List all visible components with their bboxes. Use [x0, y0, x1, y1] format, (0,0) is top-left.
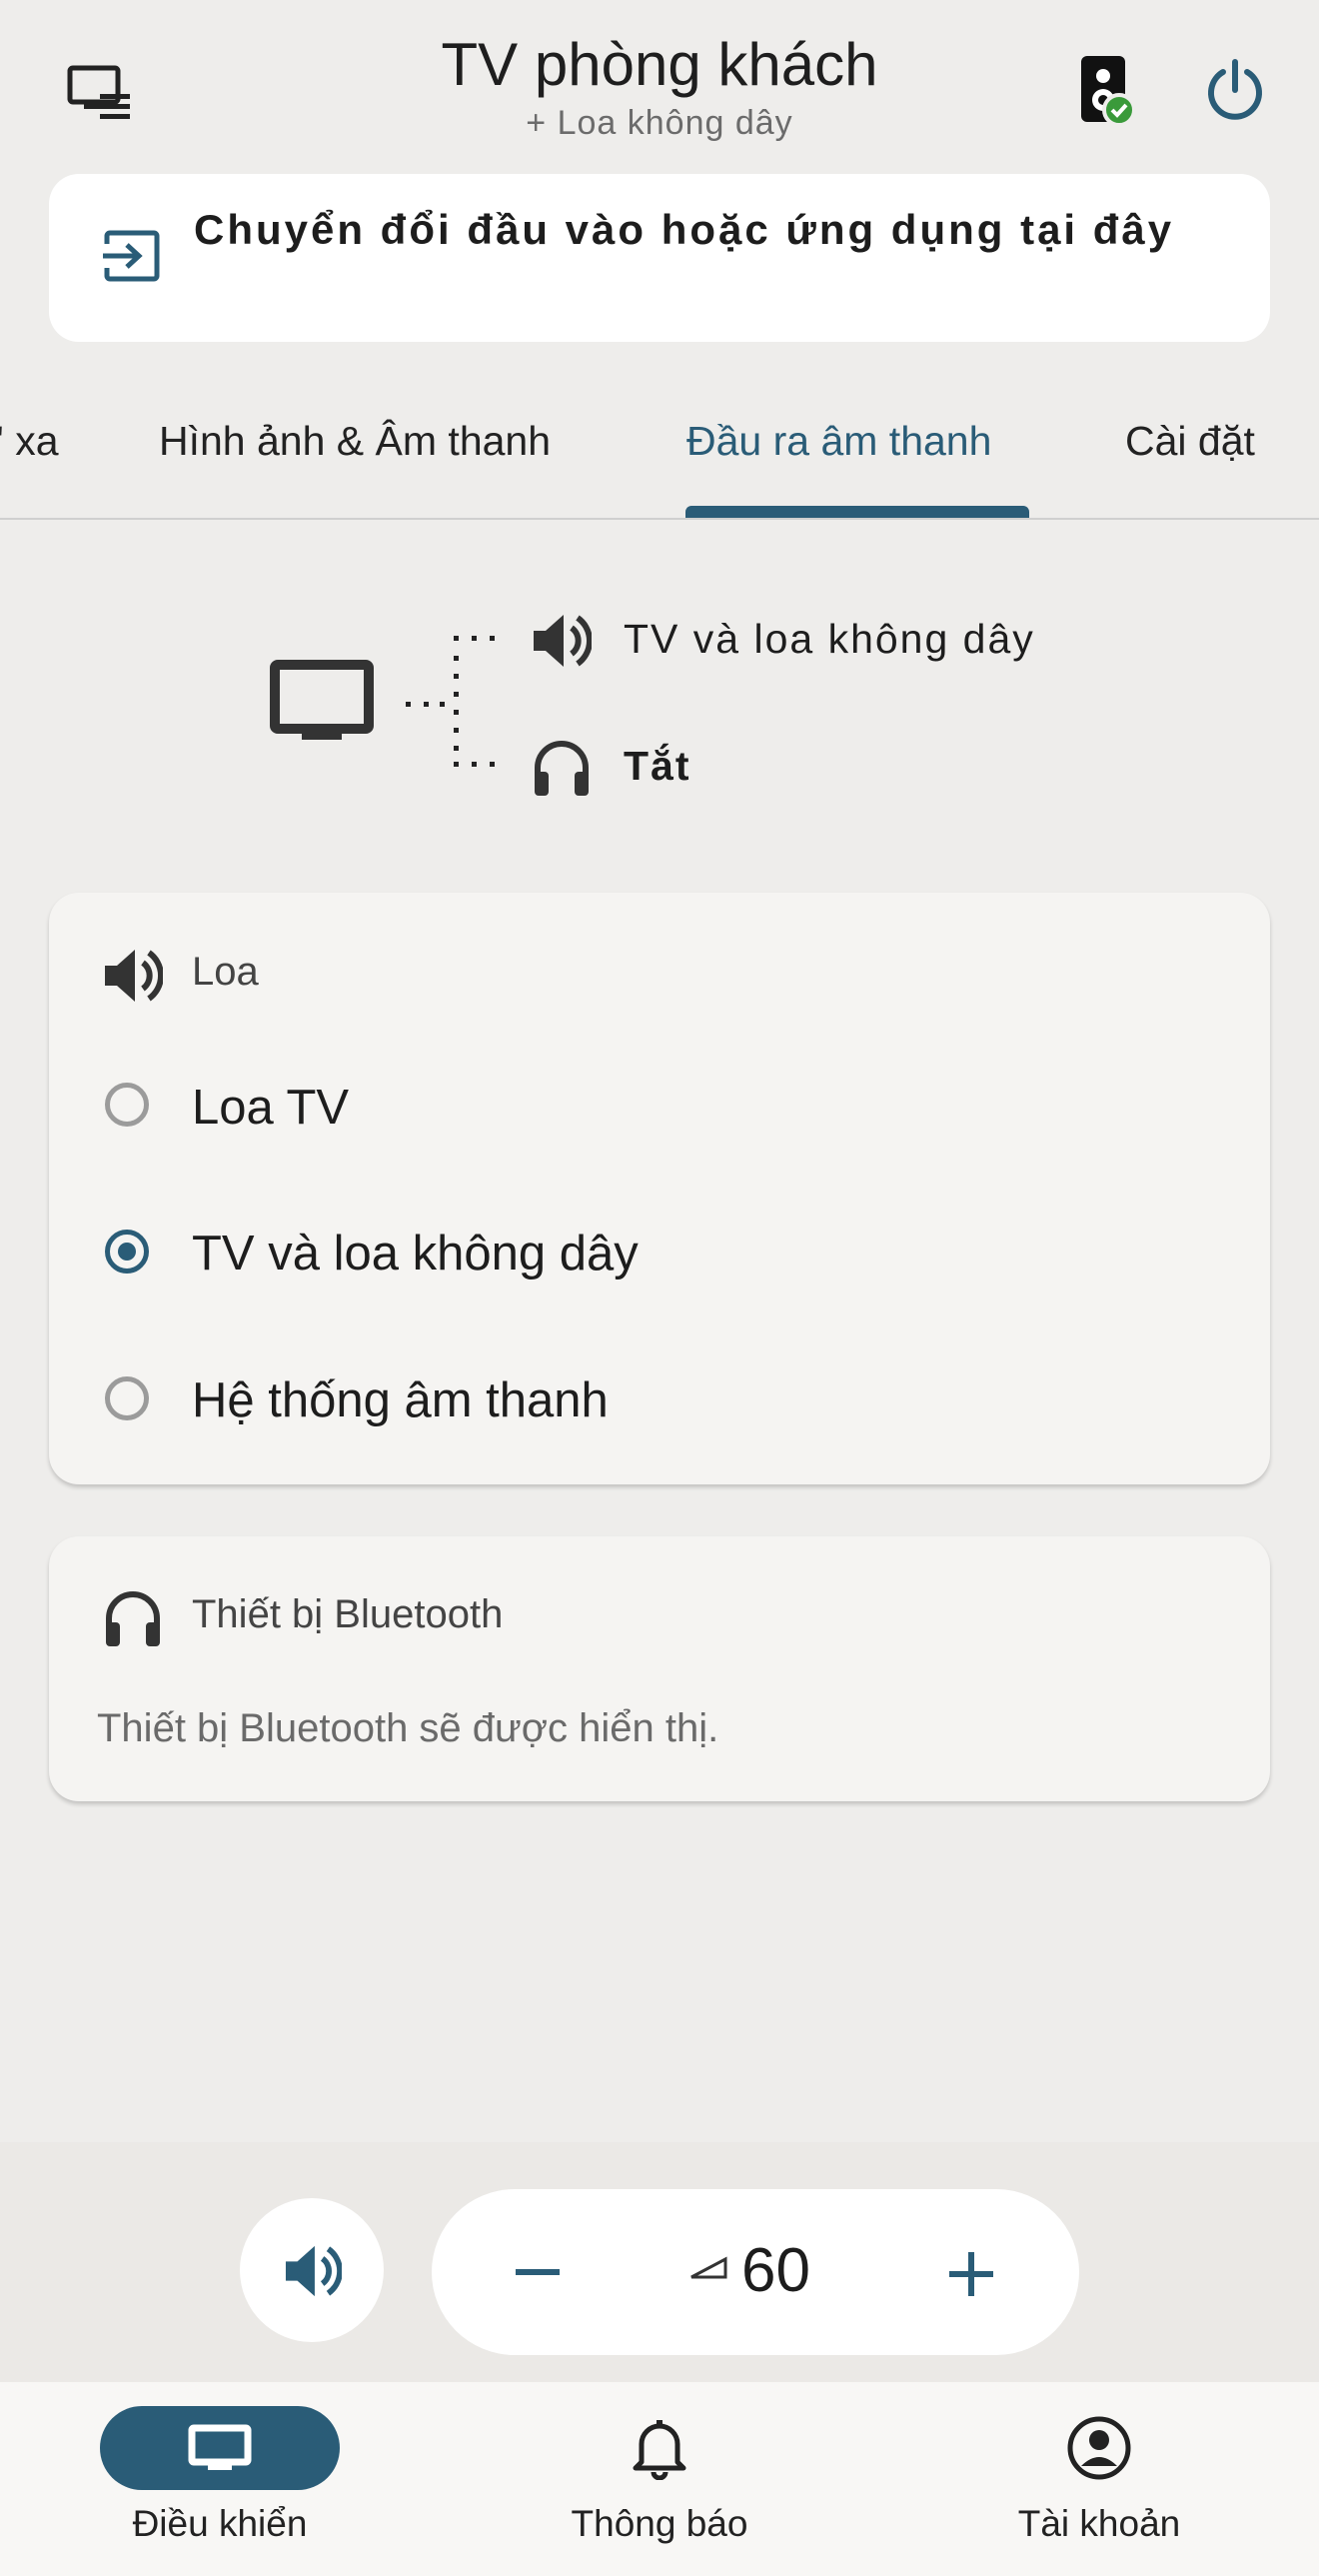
tv-icon — [270, 660, 374, 740]
volume-level-icon — [690, 2256, 727, 2279]
speaker-output-label: TV và loa không dây — [624, 616, 1035, 662]
headphones-icon — [106, 1591, 160, 1646]
tab-settings[interactable]: Cài đặt — [1125, 418, 1255, 465]
bluetooth-card: Thiết bị Bluetooth Thiết bị Bluetooth sẽ… — [49, 1536, 1270, 1801]
speaker-icon — [534, 615, 592, 667]
bluetooth-card-title: Thiết bị Bluetooth — [192, 1592, 504, 1636]
option-label[interactable]: Hệ thống âm thanh — [192, 1372, 609, 1428]
speaker-card-title: Loa — [192, 950, 259, 994]
tab-active-indicator — [685, 506, 1029, 518]
nav-active-indicator[interactable] — [100, 2406, 340, 2490]
input-switch-card[interactable]: Chuyển đổi đầu vào hoặc ứng dụng tại đây — [49, 174, 1270, 342]
input-switch-icon — [103, 230, 160, 282]
radio-button[interactable] — [105, 1083, 149, 1127]
power-icon[interactable] — [1205, 58, 1265, 122]
bottom-nav: Điều khiển Thông báo Tài khoản — [0, 2382, 1319, 2576]
connector-dots — [406, 636, 495, 767]
speaker-connected-icon[interactable] — [1079, 54, 1135, 126]
tab-remote[interactable]: ' xa — [0, 418, 59, 465]
bell-icon[interactable] — [632, 2418, 687, 2480]
headphones-icon — [535, 741, 589, 796]
nav-item-notifications[interactable]: Thông báo — [510, 2503, 809, 2545]
tab-picture-sound[interactable]: Hình ảnh & Âm thanh — [159, 418, 551, 465]
tv-icon — [188, 2424, 252, 2470]
account-icon[interactable] — [1067, 2416, 1131, 2480]
speaker-icon — [105, 950, 163, 1002]
nav-item-remote[interactable]: Điều khiển — [70, 2503, 370, 2545]
headphone-output-label: Tắt — [624, 743, 691, 789]
tab-bar: ' xa Hình ảnh & Âm thanh Đầu ra âm thanh… — [0, 380, 1319, 520]
mute-button[interactable] — [240, 2198, 384, 2342]
tab-audio-output[interactable]: Đầu ra âm thanh — [686, 418, 991, 465]
volume-down-button[interactable] — [514, 2263, 562, 2281]
radio-button[interactable] — [105, 1376, 149, 1420]
volume-up-button[interactable] — [947, 2250, 995, 2298]
volume-icon — [285, 2245, 342, 2297]
radio-button-selected[interactable] — [105, 1230, 149, 1274]
option-label[interactable]: TV và loa không dây — [192, 1226, 639, 1282]
speaker-card: Loa Loa TV TV và loa không dây Hệ thống … — [49, 893, 1270, 1484]
volume-value: 60 — [741, 2236, 810, 2305]
nav-item-account[interactable]: Tài khoản — [949, 2503, 1249, 2545]
option-label[interactable]: Loa TV — [192, 1080, 349, 1136]
input-switch-label: Chuyển đổi đầu vào hoặc ứng dụng tại đây — [194, 206, 1175, 253]
bluetooth-description: Thiết bị Bluetooth sẽ được hiển thị. — [97, 1706, 719, 1750]
